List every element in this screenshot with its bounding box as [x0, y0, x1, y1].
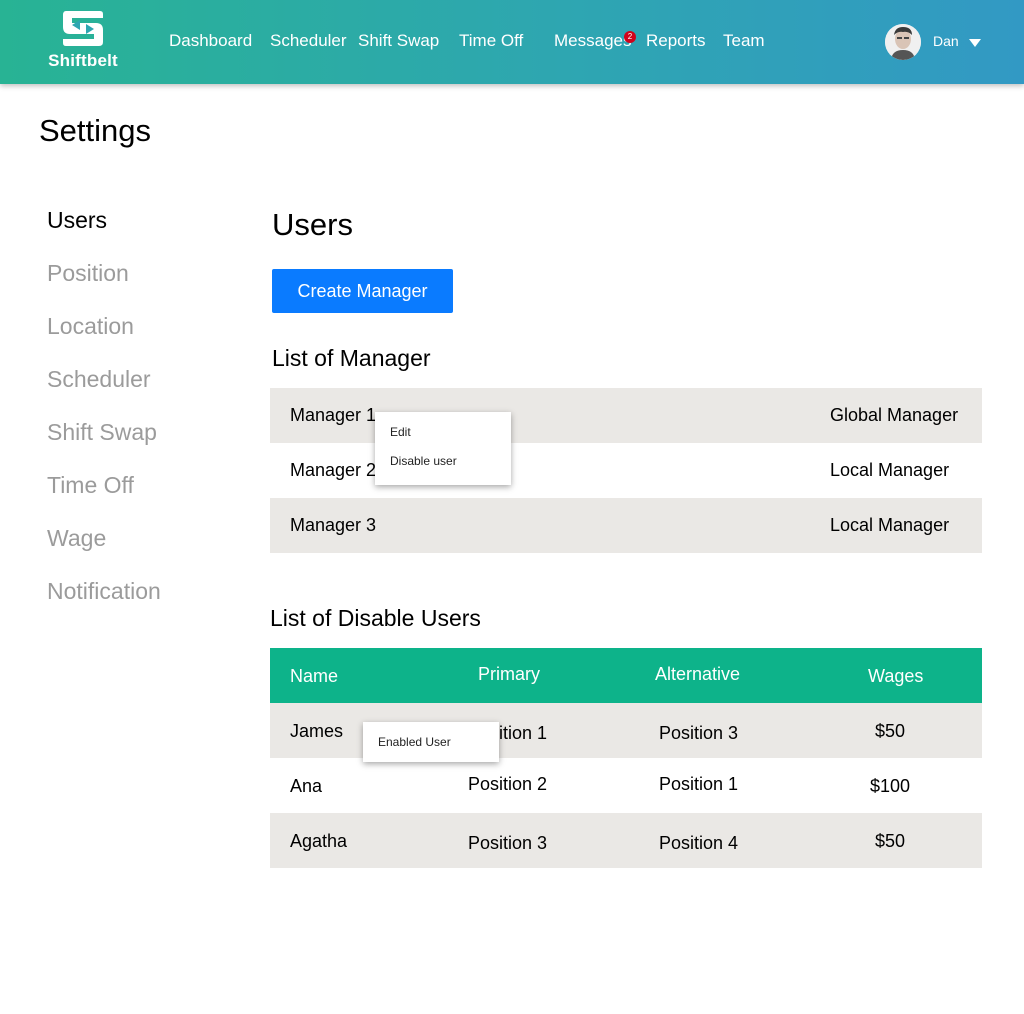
column-header-alternative[interactable]: Alternative [655, 664, 740, 685]
manager-role: Local Manager [830, 515, 950, 535]
nav-time-off[interactable]: Time Off [459, 31, 523, 51]
cell-alternative: Position 3 [659, 723, 739, 743]
cell-primary: Position 3 [468, 833, 548, 853]
brand-logo[interactable]: Shiftbelt [46, 8, 120, 72]
cell-alternative: Position 1 [659, 774, 739, 794]
messages-badge: 2 [624, 31, 636, 43]
manager-name: Manager 1 [290, 405, 377, 425]
brand-name: Shiftbelt [48, 51, 118, 70]
nav-scheduler[interactable]: Scheduler [270, 31, 347, 51]
manager-context-menu: Edit Disable user [375, 412, 511, 485]
sidebar-item-shift-swap[interactable]: Shift Swap [47, 419, 157, 446]
cell-alternative: Position 4 [659, 833, 739, 853]
cell-primary: Position 2 [468, 774, 548, 794]
sidebar-item-notification[interactable]: Notification [47, 578, 161, 605]
column-header-primary[interactable]: Primary [478, 664, 540, 685]
sidebar-item-users[interactable]: Users [47, 207, 107, 234]
user-name[interactable]: Dan [933, 33, 959, 49]
cell-name: Agatha [290, 831, 348, 851]
cell-wages: $50 [875, 721, 906, 741]
table-header: Name Primary Alternative Wages [270, 648, 982, 703]
user-avatar-icon [885, 24, 921, 60]
nav-dashboard[interactable]: Dashboard [169, 31, 252, 51]
page-title: Settings [39, 113, 152, 148]
nav-shift-swap[interactable]: Shift Swap [358, 31, 439, 51]
top-nav-bar: Shiftbelt Dashboard Scheduler Shift Swap… [0, 0, 1024, 84]
managers-heading: List of Manager [272, 345, 431, 371]
manager-role: Local Manager [830, 460, 950, 480]
manager-name: Manager 2 [290, 460, 377, 480]
sidebar-item-scheduler[interactable]: Scheduler [47, 366, 151, 393]
manager-row[interactable]: Manager 3 Local Manager [270, 498, 982, 553]
sidebar-item-position[interactable]: Position [47, 260, 129, 287]
disabled-user-context-menu: Enabled User [363, 722, 499, 762]
nav-team[interactable]: Team [723, 31, 765, 51]
cell-name: Ana [290, 776, 323, 796]
sidebar-item-wage[interactable]: Wage [47, 525, 106, 552]
menu-item-enable-user[interactable]: Enabled User [378, 735, 451, 749]
create-manager-button[interactable]: Create Manager [272, 269, 453, 313]
manager-name: Manager 3 [290, 515, 377, 535]
avatar[interactable] [885, 24, 921, 60]
cell-wages: $50 [875, 831, 906, 851]
cell-name: James [290, 721, 344, 741]
cell-wages: $100 [870, 776, 911, 796]
nav-messages[interactable]: Messages [554, 31, 631, 51]
table-row[interactable]: Ana Position 2 Position 1 $100 [270, 758, 982, 813]
sidebar-item-location[interactable]: Location [47, 313, 134, 340]
column-header-name[interactable]: Name [290, 666, 338, 687]
menu-item-edit[interactable]: Edit [390, 425, 411, 439]
disabled-users-heading: List of Disable Users [270, 605, 481, 631]
sidebar-item-time-off[interactable]: Time Off [47, 472, 134, 499]
chevron-down-icon[interactable] [968, 38, 982, 48]
menu-item-disable-user[interactable]: Disable user [390, 454, 457, 468]
shiftbelt-logo-icon [63, 11, 103, 46]
manager-role: Global Manager [830, 405, 959, 425]
section-title: Users [272, 207, 353, 242]
nav-reports[interactable]: Reports [646, 31, 706, 51]
table-row[interactable]: Agatha Position 3 Position 4 $50 [270, 813, 982, 868]
column-header-wages[interactable]: Wages [868, 666, 923, 687]
